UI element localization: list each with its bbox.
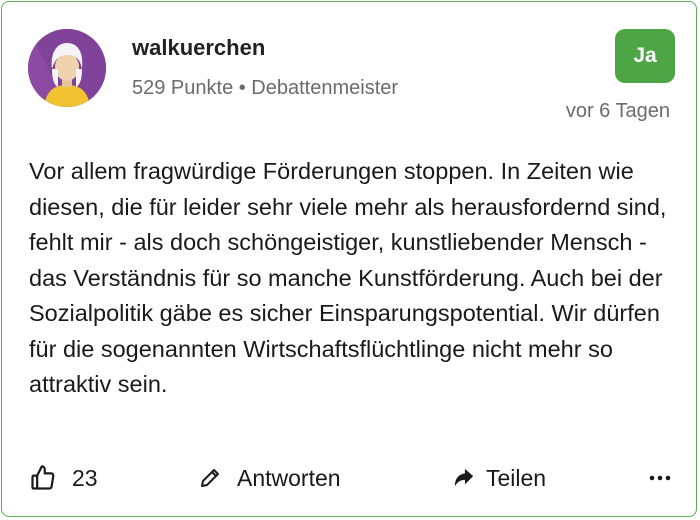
share-button[interactable]: Teilen [453,461,546,495]
avatar[interactable] [28,29,106,107]
like-count: 23 [72,464,98,491]
share-label: Teilen [486,464,547,491]
vote-badge: Ja [615,29,675,83]
timestamp: vor 6 Tagen [565,100,670,122]
thumbs-up-icon [31,465,55,490]
user-meta: 529 Punkte • Debattenmeister [132,77,399,99]
share-arrow-icon [454,468,474,487]
reply-label: Antworten [237,464,341,491]
comment-body: Vor allem fragwürdige Förderungen stoppe… [29,158,667,397]
like-button[interactable]: 23 [29,461,98,495]
more-dots-icon [649,475,671,481]
username[interactable]: walkuerchen [132,35,265,61]
pencil-icon [201,469,219,487]
comment-card: walkuerchen 529 Punkte • Debattenmeister… [1,1,697,517]
more-options-button[interactable] [649,461,671,495]
reply-button[interactable]: Antworten [198,461,341,495]
avatar-illustration [28,29,106,107]
